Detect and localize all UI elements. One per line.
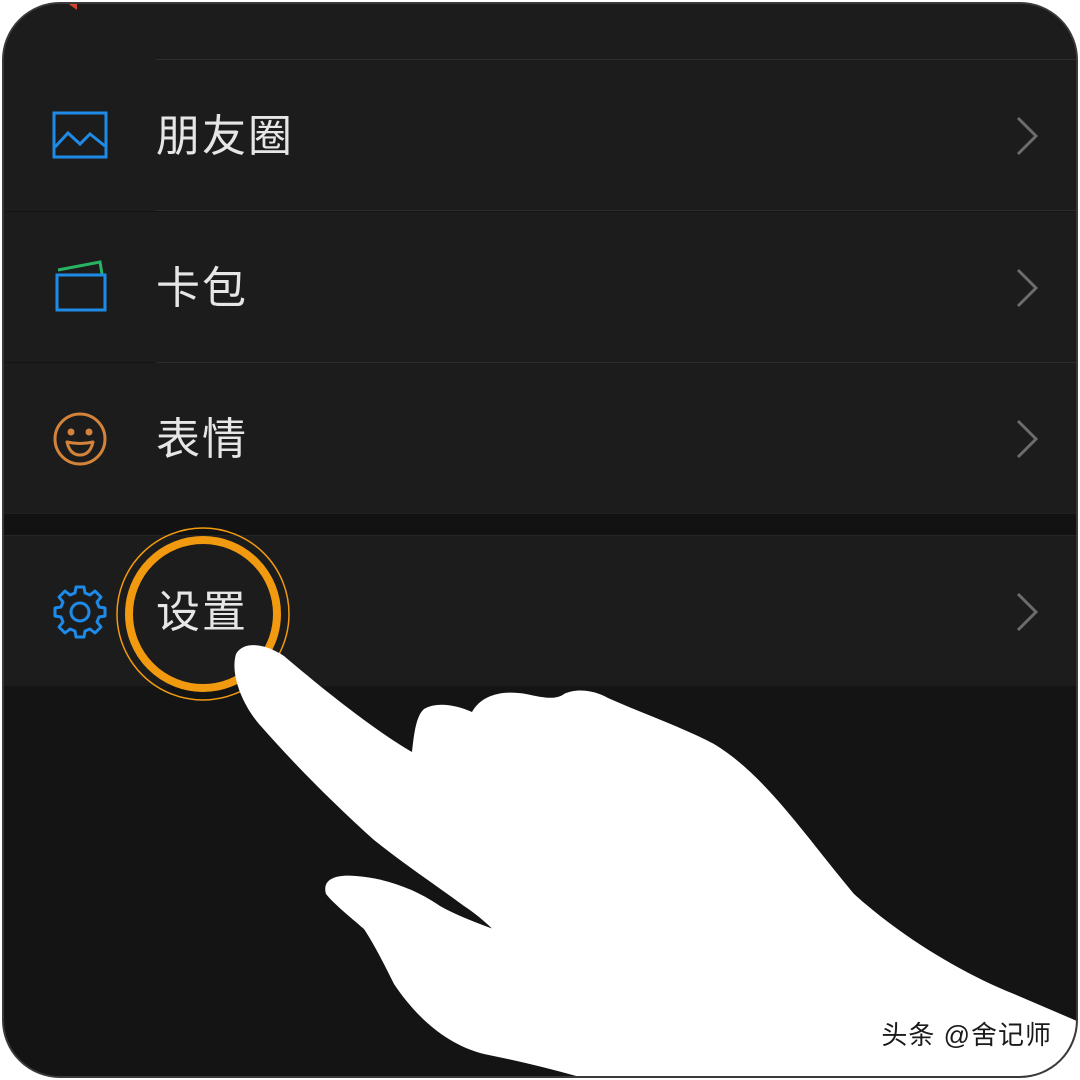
watermark-text: 头条 @舍记师 — [881, 1020, 1052, 1050]
divider — [156, 210, 1076, 211]
menu-item-label: 卡包 — [156, 263, 248, 314]
smiley-face-icon — [53, 412, 107, 466]
moments-image-icon — [52, 111, 108, 159]
chevron-right-icon — [1016, 116, 1039, 156]
menu-item-partial-top[interactable] — [4, 4, 1076, 60]
gear-icon — [53, 585, 107, 639]
menu-item-cards[interactable]: 卡包 — [4, 212, 1076, 363]
phone-screen: 朋友圈 卡包 表情 设置 头条 @舍记师 — [2, 2, 1078, 1078]
section-gap — [4, 513, 1076, 536]
chevron-right-icon — [1016, 419, 1039, 459]
chevron-right-icon — [1016, 268, 1039, 308]
menu-item-moments[interactable]: 朋友圈 — [4, 60, 1076, 211]
menu-item-label: 表情 — [156, 414, 248, 465]
menu-item-settings[interactable]: 设置 — [4, 536, 1076, 686]
menu-item-stickers[interactable]: 表情 — [4, 363, 1076, 513]
chevron-right-icon — [1016, 592, 1039, 632]
card-wallet-icon — [55, 260, 107, 312]
partial-top-icon — [68, 4, 77, 10]
menu-item-label: 朋友圈 — [156, 111, 294, 162]
menu-item-label: 设置 — [156, 587, 248, 638]
